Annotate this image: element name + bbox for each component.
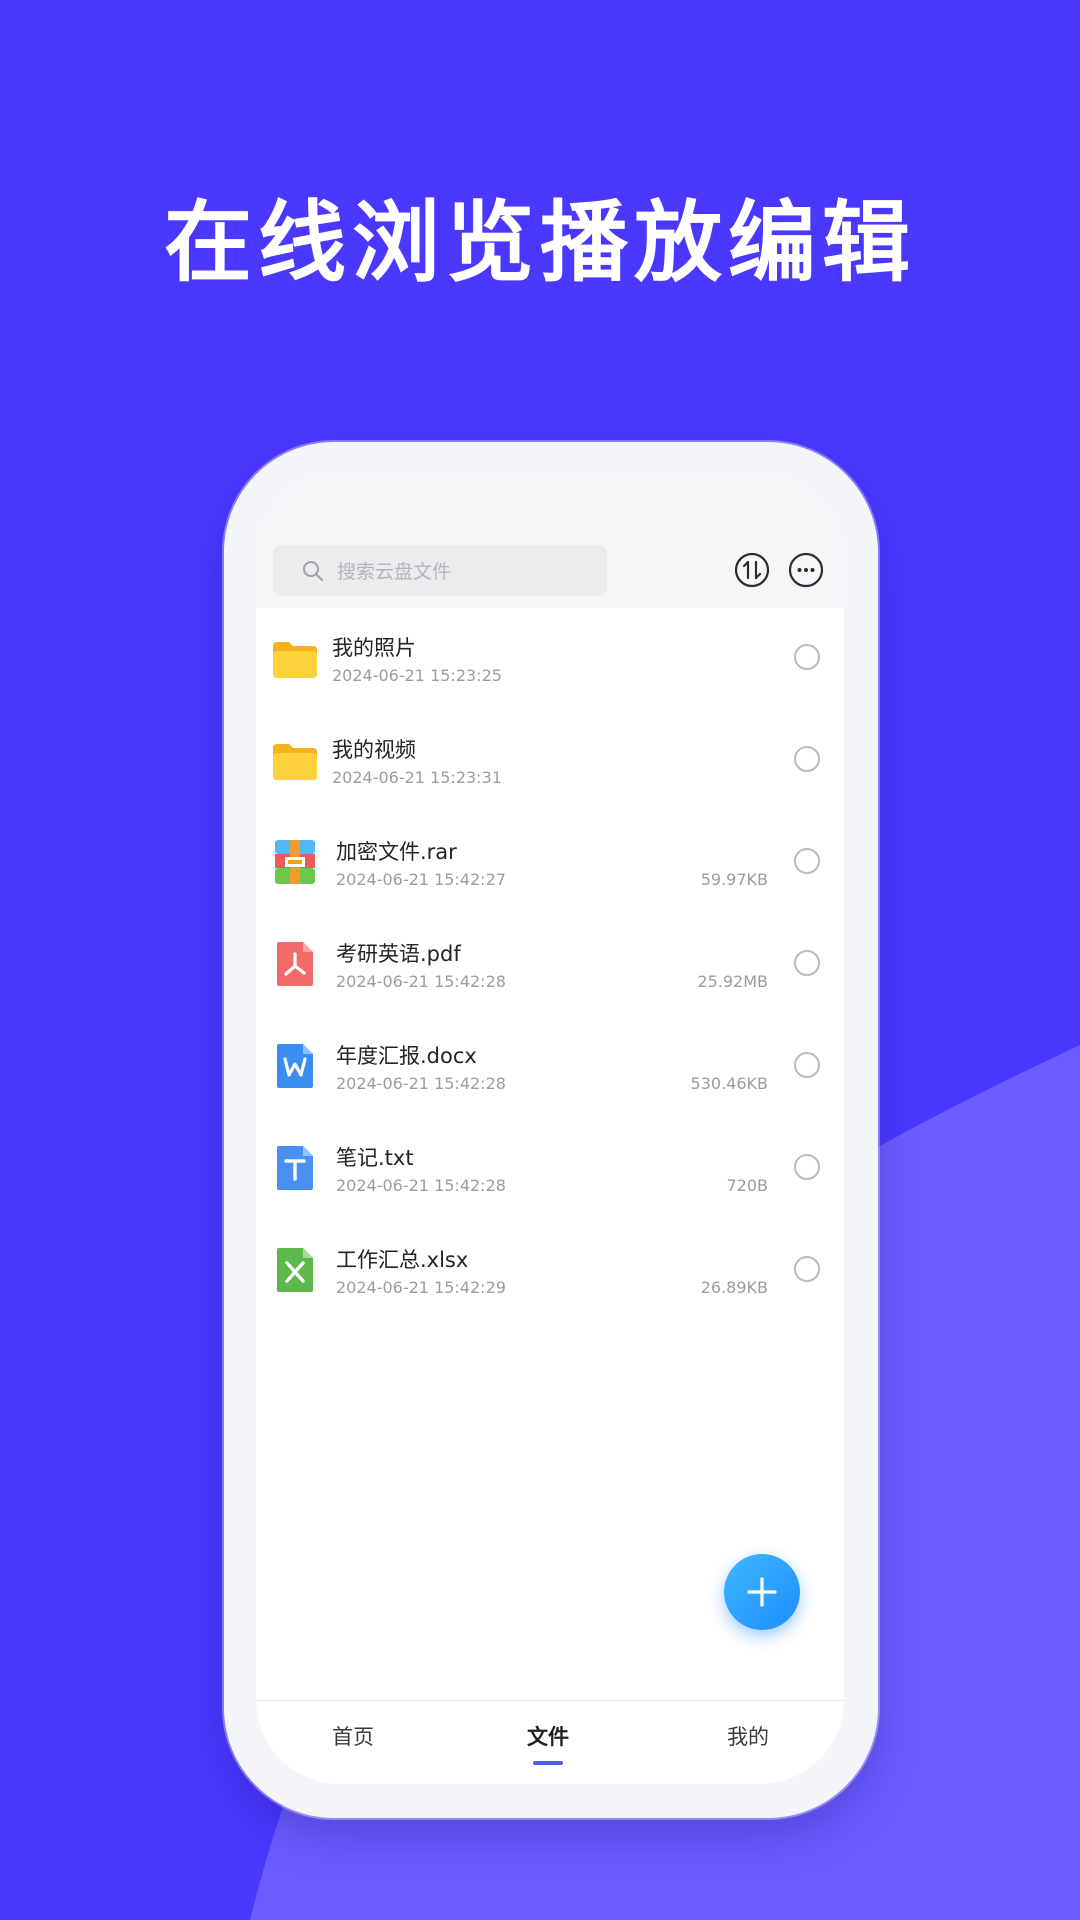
file-date: 2024-06-21 15:23:31 [332,768,502,787]
file-size: 59.97KB [700,870,768,889]
plus-icon [747,1577,777,1607]
search-icon [303,561,323,581]
folder-icon [273,744,317,780]
pdf-icon [277,942,313,986]
bottom-tab-bar: 首页 文件 我的 [256,1700,844,1784]
file-date: 2024-06-21 15:42:28 [336,1074,506,1093]
search-placeholder: 搜索云盘文件 [337,561,452,583]
tab-home[interactable]: 首页 [293,1721,413,1751]
tab-files[interactable]: 文件 [488,1721,608,1751]
file-size: 530.46KB [690,1074,768,1093]
file-date: 2024-06-21 15:42:28 [336,1176,506,1195]
list-item[interactable]: 工作汇总.xlsx 2024-06-21 15:42:29 26.89KB [256,1220,844,1322]
select-checkbox[interactable] [794,746,820,772]
active-tab-indicator [533,1761,563,1765]
file-list: 我的照片 2024-06-21 15:23:25 我的视频 2024-06-21… [256,608,844,1700]
select-checkbox[interactable] [794,1052,820,1078]
list-item[interactable]: 加密文件.rar 2024-06-21 15:42:27 59.97KB [256,812,844,914]
folder-icon [273,642,317,678]
select-checkbox[interactable] [794,644,820,670]
list-item[interactable]: 年度汇报.docx 2024-06-21 15:42:28 530.46KB [256,1016,844,1118]
select-checkbox[interactable] [794,950,820,976]
sort-icon[interactable] [734,552,770,588]
search-header: 搜索云盘文件 [256,470,844,608]
list-item[interactable]: 笔记.txt 2024-06-21 15:42:28 720B [256,1118,844,1220]
txt-icon [277,1146,313,1190]
list-item[interactable]: 考研英语.pdf 2024-06-21 15:42:28 25.92MB [256,914,844,1016]
file-date: 2024-06-21 15:42:27 [336,870,506,889]
file-name: 加密文件.rar [336,840,457,864]
file-name: 笔记.txt [336,1146,414,1170]
file-size: 26.89KB [700,1278,768,1297]
file-name: 我的视频 [332,738,416,762]
promo-headline: 在线浏览播放编辑 [163,191,916,294]
file-size: 720B [726,1176,768,1195]
word-icon [277,1044,313,1088]
more-icon[interactable] [788,552,824,588]
file-name: 我的照片 [332,636,416,660]
add-button[interactable] [724,1554,800,1630]
file-date: 2024-06-21 15:42:28 [336,972,506,991]
rar-icon [275,840,315,884]
search-input[interactable]: 搜索云盘文件 [273,545,607,596]
select-checkbox[interactable] [794,848,820,874]
excel-icon [277,1248,313,1292]
select-checkbox[interactable] [794,1256,820,1282]
tab-mine[interactable]: 我的 [688,1721,808,1751]
file-name: 工作汇总.xlsx [336,1248,469,1272]
file-name: 考研英语.pdf [336,942,461,966]
list-item[interactable]: 我的视频 2024-06-21 15:23:31 [256,710,844,812]
file-size: 25.92MB [697,972,768,991]
list-item[interactable]: 我的照片 2024-06-21 15:23:25 [256,608,844,710]
file-date: 2024-06-21 15:23:25 [332,666,502,685]
file-date: 2024-06-21 15:42:29 [336,1278,506,1297]
file-name: 年度汇报.docx [336,1044,477,1068]
phone-screen: 搜索云盘文件 我的照片 2024-06-21 15:23:25 我的视频 202… [256,470,844,1784]
select-checkbox[interactable] [794,1154,820,1180]
